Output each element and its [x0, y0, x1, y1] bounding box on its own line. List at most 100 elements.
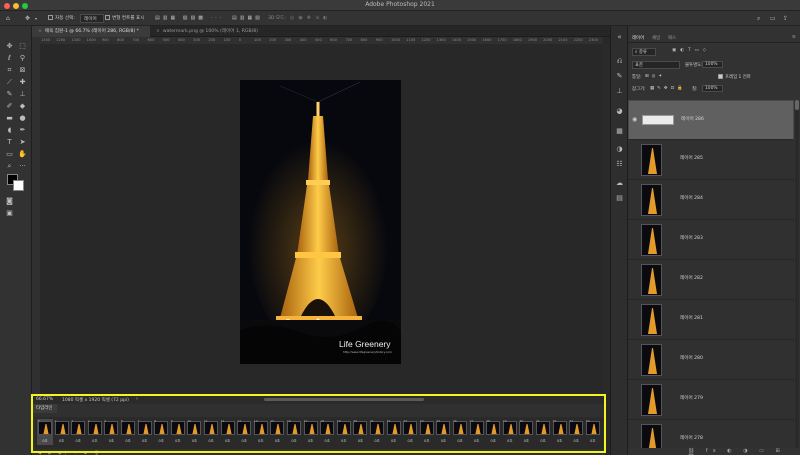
dodge-tool-icon[interactable]: ◖	[4, 125, 15, 135]
adjustments-icon[interactable]: ◑	[614, 144, 625, 154]
propagate-checkbox[interactable]	[718, 74, 723, 79]
tab-channels[interactable]: 채널	[652, 35, 660, 41]
timeline-frame[interactable]: 32 0초	[552, 419, 568, 445]
swatches-icon[interactable]: ▦	[614, 126, 625, 136]
close-tab-icon[interactable]: ×	[38, 29, 42, 34]
layer-row[interactable]: 레이어 284	[628, 180, 794, 220]
layer-row[interactable]: 레이어 279	[628, 380, 794, 420]
quick-mask-icon[interactable]: ◙	[4, 196, 15, 206]
filter-icons[interactable]: ▣◐T▭◇	[672, 48, 710, 53]
frame-delay[interactable]: 0초	[120, 438, 136, 443]
timeline-frame[interactable]: 30 0초	[518, 419, 534, 445]
layer-action-icons[interactable]: ⛓ fx ◐ ◑ ▭ ⊞ 🗑	[688, 448, 800, 455]
shape-tool-icon[interactable]: ▭	[4, 149, 15, 159]
frame-delay[interactable]: 0초	[137, 438, 153, 443]
frame-delay[interactable]: 0초	[352, 438, 368, 443]
layers-scroll-thumb[interactable]	[795, 100, 799, 110]
frame-delay[interactable]: 0초	[469, 438, 485, 443]
tab-paths[interactable]: 패스	[668, 35, 676, 41]
color-icon[interactable]: ◕	[614, 106, 625, 116]
frame-delay[interactable]: 0초	[170, 438, 186, 443]
horizontal-scrollbar[interactable]	[264, 398, 424, 401]
chevron-right-icon[interactable]: ›	[136, 396, 138, 402]
frame-delay[interactable]: 0초	[386, 438, 402, 443]
expand-panels-icon[interactable]: «	[614, 32, 625, 42]
timeline-frame[interactable]: 8 0초	[153, 419, 169, 445]
zoom-level[interactable]: 66.67%	[36, 397, 53, 402]
timeline-frame[interactable]: 12 0초	[220, 419, 236, 445]
lasso-tool-icon[interactable]: ℓ	[4, 53, 15, 63]
timeline-frame[interactable]: 27 0초	[469, 419, 485, 445]
layer-row[interactable]: 레이어 278	[628, 420, 794, 449]
healing-tool-icon[interactable]: ✚	[17, 77, 28, 87]
timeline-frame[interactable]: 18 0초	[319, 419, 335, 445]
frame-delay[interactable]: 0초	[518, 438, 534, 443]
frame-delay[interactable]: 0초	[87, 438, 103, 443]
frame-delay[interactable]: 0초	[286, 438, 302, 443]
timeline-frame[interactable]: 10 0초	[186, 419, 202, 445]
layer-name[interactable]: 레이어 284	[680, 195, 703, 201]
hand-tool-icon[interactable]: ✋	[17, 149, 28, 159]
blur-tool-icon[interactable]: ●	[17, 113, 28, 123]
frame-delay[interactable]: 0초	[336, 438, 352, 443]
timeline-frame[interactable]: 6 0초	[120, 419, 136, 445]
unify-icons[interactable]: ⊞◎✦	[645, 74, 665, 79]
pen-tool-icon[interactable]: ✒	[17, 125, 28, 135]
frame-delay[interactable]: 0초	[402, 438, 418, 443]
layer-row[interactable]: 레이어 280	[628, 340, 794, 380]
frame-delay[interactable]: 0초	[435, 438, 451, 443]
timeline-frame[interactable]: 13 0초	[236, 419, 252, 445]
frame-delay[interactable]: 0초	[369, 438, 385, 443]
propagate-frame-toggle[interactable]: 프레임 1 전파	[718, 74, 751, 80]
panel-menu-icon[interactable]: ≡	[792, 35, 796, 40]
blend-mode-dropdown[interactable]: 표준	[632, 61, 680, 69]
libraries-icon[interactable]: ☁	[614, 178, 625, 188]
frame-delay[interactable]: 0초	[37, 438, 53, 443]
clone-source-icon[interactable]: ⊥	[614, 86, 625, 96]
document-info[interactable]: 1080 픽셀 x 1920 픽셀 (72 ppi)	[62, 397, 129, 403]
auto-select-dropdown[interactable]: 레이어	[80, 14, 104, 23]
timeline-frame[interactable]: 20 0초	[352, 419, 368, 445]
layer-row[interactable]: 레이어 285	[628, 140, 794, 180]
timeline-controls[interactable]: ◀ ▶ ▶| + ⧉ 🗑	[38, 450, 102, 455]
timeline-frame[interactable]: 17 0초	[303, 419, 319, 445]
frame-delay[interactable]: 0초	[419, 438, 435, 443]
transform-controls-toggle[interactable]: 변형 컨트롤 표시	[105, 14, 145, 23]
frame-delay[interactable]: 0초	[485, 438, 501, 443]
layer-name[interactable]: 레이어 280	[680, 355, 703, 361]
frame-tool-icon[interactable]: ⊠	[17, 65, 28, 75]
chevron-down-icon[interactable]: ▾	[35, 14, 37, 23]
timeline-frame[interactable]: 31 0초	[535, 419, 551, 445]
frame-delay[interactable]: 0초	[220, 438, 236, 443]
frame-delay[interactable]: 0초	[269, 438, 285, 443]
brush-settings-icon[interactable]: ✎	[614, 71, 625, 81]
frame-delay[interactable]: 0초	[103, 438, 119, 443]
timeline-frame[interactable]: 21 0초	[369, 419, 385, 445]
auto-select-checkbox[interactable]	[48, 15, 53, 20]
properties-icon[interactable]: ☷	[614, 159, 625, 169]
frame-delay[interactable]: 0초	[552, 438, 568, 443]
frame-delay[interactable]: 0초	[54, 438, 70, 443]
layer-row[interactable]: 레이어 282	[628, 260, 794, 300]
timeline-frame[interactable]: 2 0초	[54, 419, 70, 445]
layer-row[interactable]: 레이어 281	[628, 300, 794, 340]
close-tab-icon[interactable]: ×	[156, 29, 160, 34]
timeline-frame[interactable]: 3 0초	[70, 419, 86, 445]
auto-select-toggle[interactable]: 자동 선택:	[48, 14, 75, 23]
frame-delay[interactable]: 0초	[236, 438, 252, 443]
styles-icon[interactable]: ▤	[614, 193, 625, 203]
tab-document-1[interactable]: × 애옥 집원-1 @ 66.7% (레이어 286, RGB/8) *	[32, 26, 150, 37]
tab-timeline[interactable]: 타임라인	[32, 404, 57, 413]
background-color-swatch[interactable]	[13, 180, 24, 191]
layer-filter-dropdown[interactable]: ⌕ 종류	[632, 48, 656, 56]
timeline-frame[interactable]: 7 0초	[137, 419, 153, 445]
gradient-tool-icon[interactable]: ▬	[4, 113, 15, 123]
timeline-frame[interactable]: 34 0초	[585, 419, 601, 445]
more-tools-icon[interactable]: ···	[17, 161, 28, 171]
frame-delay[interactable]: 0초	[186, 438, 202, 443]
timeline-frame[interactable]: 22 0초	[386, 419, 402, 445]
timeline-frame[interactable]: 11 0초	[203, 419, 219, 445]
history-brush-icon[interactable]: ✐	[4, 101, 15, 111]
layer-name[interactable]: 레이어 281	[680, 315, 703, 321]
frame-delay[interactable]: 0초	[253, 438, 269, 443]
